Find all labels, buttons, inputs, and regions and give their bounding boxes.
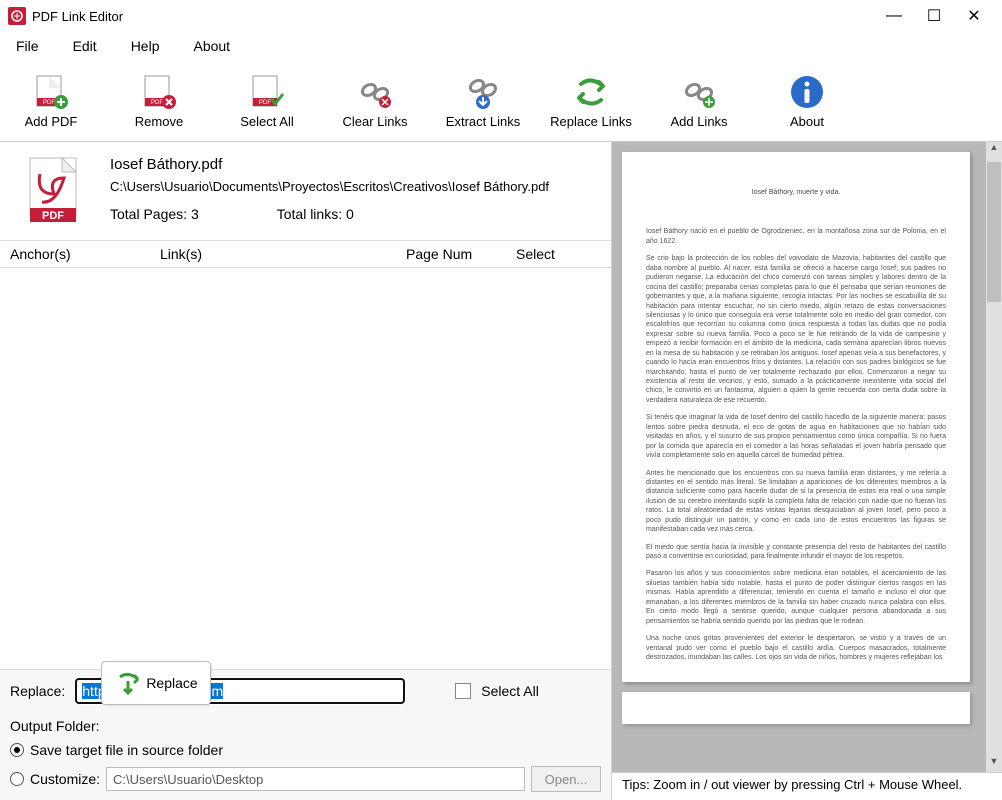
pdf-remove-icon: PDF [139, 72, 179, 112]
chain-extract-icon [463, 72, 503, 112]
menu-help[interactable]: Help [131, 38, 160, 54]
menu-about[interactable]: About [193, 38, 230, 54]
file-path: C:\Users\Usuario\Documents\Proyectos\Esc… [110, 179, 601, 194]
customize-label: Customize: [30, 771, 100, 787]
toolbar-label: Extract Links [446, 114, 520, 129]
toolbar-label: Select All [240, 114, 293, 129]
source-folder-radio[interactable] [10, 743, 24, 757]
svg-text:PDF: PDF [43, 100, 55, 106]
col-anchor[interactable]: Anchor(s) [0, 246, 150, 262]
toolbar-label: Add Links [670, 114, 727, 129]
about-button[interactable]: About [762, 72, 852, 129]
select-all-label: Select All [481, 683, 539, 699]
svg-text:PDF: PDF [42, 210, 64, 222]
arrow-replace-icon [571, 72, 611, 112]
add-links-button[interactable]: Add Links [654, 72, 744, 129]
toolbar-label: Remove [135, 114, 183, 129]
pdf-add-icon: PDF [31, 72, 71, 112]
chain-clear-icon [355, 72, 395, 112]
extract-links-button[interactable]: Extract Links [438, 72, 528, 129]
toolbar-label: Clear Links [342, 114, 407, 129]
app-icon [8, 7, 26, 25]
total-pages: Total Pages: 3 [110, 206, 199, 222]
pdf-select-icon: PDF [247, 72, 287, 112]
col-select[interactable]: Select [506, 246, 606, 262]
clear-links-button[interactable]: Clear Links [330, 72, 420, 129]
page-paragraph: Iosef Báthory nació en el pueblo de Ogro… [646, 227, 946, 246]
window-title: PDF Link Editor [32, 9, 884, 24]
preview-scrollbar[interactable]: ▲ ▼ [986, 142, 1002, 772]
toolbar-label: Add PDF [25, 114, 78, 129]
page-title: Iosef Báthory, muerte y vida. [646, 188, 946, 197]
close-button[interactable]: ✕ [964, 6, 984, 26]
custom-path-input[interactable] [106, 767, 525, 791]
page-paragraph: Si tenéis que imaginar la vida de Iosef … [646, 413, 946, 460]
replace-links-button[interactable]: Replace Links [546, 72, 636, 129]
customize-radio[interactable] [10, 772, 24, 786]
replace-label: Replace: [10, 683, 65, 699]
pdf-preview[interactable]: Iosef Báthory, muerte y vida. Iosef Báth… [612, 142, 1002, 772]
maximize-button[interactable]: ☐ [924, 6, 944, 26]
toolbar-label: About [790, 114, 824, 129]
replace-button-label: Replace [146, 675, 197, 691]
source-folder-label: Save target file in source folder [30, 742, 223, 758]
total-links: Total links: 0 [277, 206, 354, 222]
output-folder-label: Output Folder: [10, 718, 601, 734]
page-paragraph: Pasaron los años y sus conocimientos sob… [646, 569, 946, 626]
page-paragraph: Se crio bajo la protección de los nobles… [646, 254, 946, 405]
scroll-thumb[interactable] [987, 162, 1001, 302]
scroll-down-arrow[interactable]: ▼ [986, 756, 1002, 772]
preview-next-page [622, 692, 970, 724]
open-button[interactable]: Open... [531, 766, 601, 792]
table-header: Anchor(s) Link(s) Page Num Select [0, 240, 611, 268]
tips-bar: Tips: Zoom in / out viewer by pressing C… [612, 772, 1002, 800]
minimize-button[interactable]: — [884, 7, 904, 25]
col-link[interactable]: Link(s) [150, 246, 396, 262]
menu-file[interactable]: File [16, 38, 39, 54]
col-page-num[interactable]: Page Num [396, 246, 506, 262]
arrow-down-icon [114, 669, 142, 697]
preview-page: Iosef Báthory, muerte y vida. Iosef Báth… [622, 152, 970, 682]
menu-edit[interactable]: Edit [73, 38, 97, 54]
scroll-up-arrow[interactable]: ▲ [986, 142, 1002, 158]
chain-add-icon [679, 72, 719, 112]
select-all-checkbox[interactable] [455, 683, 471, 699]
info-icon [787, 72, 827, 112]
file-name: Iosef Báthory.pdf [110, 156, 601, 173]
toolbar-label: Replace Links [550, 114, 632, 129]
table-body [0, 268, 611, 669]
remove-button[interactable]: PDF Remove [114, 72, 204, 129]
page-paragraph: Antes he mencionado que los encuentros c… [646, 469, 946, 535]
svg-text:PDF: PDF [151, 100, 163, 106]
page-paragraph: Una noche unos gritos provenientes del e… [646, 634, 946, 662]
replace-button[interactable]: Replace [101, 661, 211, 705]
add-pdf-button[interactable]: PDF Add PDF [6, 72, 96, 129]
pdf-file-icon: PDF [26, 156, 86, 226]
page-paragraph: El miedo que sentía hacia la invisible y… [646, 543, 946, 562]
select-all-button[interactable]: PDF Select All [222, 72, 312, 129]
svg-text:PDF: PDF [259, 100, 271, 106]
